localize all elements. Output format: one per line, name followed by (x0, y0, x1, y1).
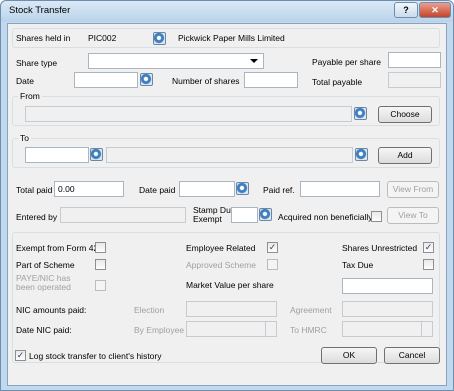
date-paid-label: Date paid (139, 185, 176, 195)
exempt-form42-label: Exempt from Form 42 (16, 243, 99, 253)
payable-per-share-input[interactable] (388, 52, 441, 68)
from-label: From (18, 91, 42, 101)
share-type-label: Share type (16, 58, 58, 68)
to-label: To (18, 133, 31, 143)
date-paid-picker-icon[interactable] (236, 182, 249, 195)
by-employee-date-button (265, 321, 277, 337)
total-paid-input[interactable]: 0.00 (54, 181, 124, 197)
election-label: Election (134, 305, 165, 315)
market-value-label: Market Value per share (186, 280, 274, 290)
paye-nic-checkbox[interactable] (95, 280, 106, 291)
by-employee-label: By Employee (134, 325, 185, 335)
tax-due-checkbox[interactable] (423, 259, 434, 270)
market-value-input[interactable] (342, 278, 433, 294)
payable-per-share-label: Payable per share (312, 57, 381, 67)
to-hmrc-label: To HMRC (290, 325, 327, 335)
date-picker-icon[interactable] (140, 73, 153, 86)
date-input[interactable] (74, 72, 138, 88)
acquired-non-beneficially-checkbox[interactable] (371, 211, 382, 222)
acquired-non-beneficially-label: Acquired non beneficially (278, 212, 373, 222)
share-type-select[interactable] (88, 53, 264, 69)
number-of-shares-input[interactable] (244, 72, 298, 88)
nic-amounts-label: NIC amounts paid: (16, 305, 87, 315)
stamp-duty-exempt-input[interactable] (231, 207, 258, 223)
entered-by-value (60, 207, 186, 223)
view-from-button[interactable]: View From (387, 181, 439, 198)
help-button[interactable]: ? (394, 2, 418, 18)
add-button[interactable]: Add (378, 147, 432, 164)
stamp-duty-lookup-icon[interactable] (259, 208, 272, 221)
by-employee-date-input (186, 321, 266, 337)
date-nic-paid-label: Date NIC paid: (16, 325, 72, 335)
to-name-input (106, 147, 353, 163)
choose-button[interactable]: Choose (378, 106, 432, 123)
to-hmrc-date-button (421, 321, 433, 337)
date-paid-input[interactable] (179, 181, 235, 197)
total-payable-label: Total payable (312, 77, 363, 87)
cancel-button[interactable]: Cancel (384, 347, 440, 364)
client-code: PIC002 (88, 33, 117, 43)
total-paid-label: Total paid (16, 185, 53, 195)
agreement-input (342, 301, 433, 317)
to-code-input[interactable] (25, 147, 89, 163)
log-history-checkbox[interactable]: ✓ (15, 350, 26, 361)
paye-nic-label: PAYE/NIC has been operated (16, 273, 71, 292)
approved-scheme-checkbox[interactable] (267, 259, 278, 270)
from-lookup-icon[interactable] (354, 107, 367, 120)
employee-related-checkbox[interactable]: ✓ (267, 242, 278, 253)
close-button[interactable]: ✕ (419, 2, 451, 18)
total-payable-value (388, 72, 441, 88)
log-history-label: Log stock transfer to client's history (29, 351, 162, 361)
part-of-scheme-label: Part of Scheme (16, 260, 75, 270)
election-input (186, 301, 277, 317)
to-code-lookup-icon[interactable] (90, 148, 103, 161)
title-bar: Stock Transfer ? ✕ (1, 1, 453, 22)
employee-related-label: Employee Related (186, 243, 256, 253)
exempt-form42-checkbox[interactable] (95, 242, 106, 253)
view-to-button[interactable]: View To (387, 207, 439, 224)
approved-scheme-label: Approved Scheme (186, 260, 256, 270)
agreement-label: Agreement (290, 305, 332, 315)
entered-by-label: Entered by (16, 212, 58, 222)
part-of-scheme-checkbox[interactable] (95, 259, 106, 270)
shares-unrestricted-label: Shares Unrestricted (342, 243, 418, 253)
paid-ref-label: Paid ref. (263, 185, 295, 195)
client-lookup-icon[interactable] (153, 32, 166, 45)
chevron-down-icon (250, 59, 258, 63)
to-hmrc-date-input (342, 321, 422, 337)
to-name-lookup-icon[interactable] (355, 148, 368, 161)
stock-transfer-window: Stock Transfer ? ✕ Shares held in PIC002… (0, 0, 454, 391)
date-label: Date (16, 76, 34, 86)
window-title: Stock Transfer (9, 5, 71, 16)
paid-ref-input[interactable] (300, 181, 380, 197)
dialog-body: Shares held in PIC002 Pickwick Paper Mil… (7, 23, 447, 386)
from-input (25, 106, 352, 122)
shares-held-label: Shares held in (16, 33, 71, 43)
number-of-shares-label: Number of shares (172, 76, 240, 86)
client-name: Pickwick Paper Mills Limited (178, 33, 285, 43)
tax-due-label: Tax Due (342, 260, 374, 270)
shares-unrestricted-checkbox[interactable]: ✓ (423, 242, 434, 253)
ok-button[interactable]: OK (321, 347, 377, 364)
